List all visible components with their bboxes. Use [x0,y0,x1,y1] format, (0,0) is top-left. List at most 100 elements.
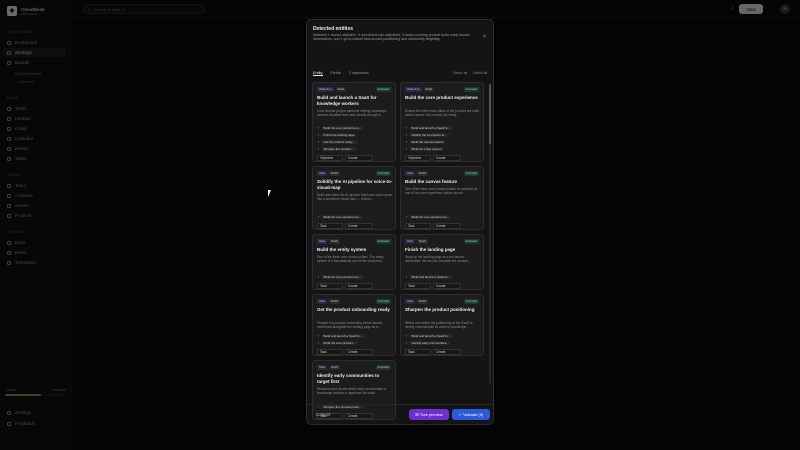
entity-type-select[interactable]: Task [317,223,343,229]
select-all-button[interactable]: Select all [453,71,467,75]
entity-type-chip[interactable]: Task [317,299,328,304]
entity-type-chip[interactable]: Task [405,299,416,304]
card-description: Refine and define the positioning of the… [405,321,473,329]
action-select[interactable]: Create [433,155,461,161]
card-description: Research and decide which early communit… [317,387,387,395]
relation-label: Get the product ready… [321,140,358,144]
relation-item[interactable]: ↗ Build and launch a SaaS fo… [405,333,481,339]
cancel-button[interactable]: Cancel [316,412,330,417]
entity-card[interactable]: Objective Draft Included Build and launch a… [312,82,396,162]
entity-card[interactable]: Task Draft Included Finish the landing page… [400,234,484,290]
link-icon: ↗ [405,140,408,144]
included-badge[interactable]: Included [375,239,391,244]
action-select[interactable]: Create [345,349,373,355]
entity-type-select[interactable]: Task [405,223,431,229]
entity-card[interactable]: Objective Draft Included Build the core pro… [400,82,484,162]
relation-item[interactable]: ↗ Build the core product exp… [317,125,393,131]
included-badge[interactable]: Included [375,365,391,370]
entity-type-select[interactable]: Task [405,283,431,289]
select-all-button-2[interactable]: Select all [473,71,487,75]
entity-type-select[interactable]: Task [317,349,343,355]
relation-item[interactable]: ↗ Build and launch a SaaS fo… [405,125,481,131]
action-select[interactable]: Create [345,155,373,161]
relation-item[interactable]: ↗ Solidify the AI pipeline fo… [405,132,481,138]
relation-item[interactable]: ↗ Build the core product exp… [317,274,393,280]
action-select[interactable]: Create [345,283,373,289]
draft-chip: Draft [417,299,428,304]
link-icon: ↗ [405,275,408,279]
card-chips: Task Draft [317,299,340,304]
tree-preview-button[interactable]: ⊞ Tree preview [409,409,449,420]
validate-button[interactable]: ✓ Validate (9) [452,409,490,420]
scrollbar-thumb[interactable] [489,84,491,144]
relation-item[interactable]: ↗ Build the core product exp… [317,214,393,220]
included-badge[interactable]: Included [463,87,479,92]
entity-card[interactable]: Task Draft Included Build the entity system… [312,234,396,290]
link-icon: ↗ [317,126,320,130]
card-title: Build the canvas feature [405,179,458,184]
link-icon: ↗ [317,341,320,345]
mouse-cursor [268,190,271,197]
entity-type-chip[interactable]: Task [405,171,416,176]
card-description: Wrap up the landing page as a pre-launch… [405,255,472,263]
included-badge[interactable]: Included [375,171,391,176]
modal-title: Detected entities [313,26,354,32]
tab-entity[interactable]: Entity [313,71,323,76]
link-icon: ↗ [405,147,408,151]
scrollbar[interactable] [489,84,491,384]
entity-type-chip[interactable]: Objective [317,87,334,92]
relation-label: Build and launch a SaaS fo… [409,126,453,130]
card-description: Build and refine the AI pipeline that tu… [317,193,392,201]
entity-type-chip[interactable]: Task [317,239,328,244]
link-icon: ↗ [317,133,320,137]
entity-type-chip[interactable]: Objective [405,87,422,92]
entity-type-chip[interactable]: Task [317,171,328,176]
included-badge[interactable]: Included [463,299,479,304]
relation-item[interactable]: ↗ Build and launch a SaaS fo… [405,274,481,280]
relation-item[interactable]: ↗ Build the entity system [405,146,481,152]
entity-type-chip[interactable]: Task [317,365,328,370]
relation-item[interactable]: ↗ Build the core product exp… [405,214,481,220]
app: ◆ CloudDesk workspace QUICK MENU Dashboa… [0,0,800,450]
entity-card[interactable]: Task Draft Included Get the product onboard… [312,294,396,356]
link-icon: ↗ [405,215,408,219]
draft-chip: Draft [329,299,340,304]
relation-item[interactable]: ↗ Finish the landing page [317,132,393,138]
entity-card[interactable]: Task Draft Included Build the canvas featur… [400,166,484,230]
close-icon[interactable]: × [483,34,486,40]
included-badge[interactable]: Included [375,299,391,304]
relation-label: Build the entity system [409,147,444,151]
action-select[interactable]: Create [433,223,461,229]
card-title: Identify early communities to target fir… [317,373,380,384]
relation-item[interactable]: ↗ Build the core product… [317,340,393,346]
validate-label: Validate (9) [463,412,484,417]
action-select[interactable]: Create [433,349,461,355]
entity-card[interactable]: Task Draft Included Sharpen the product pos… [400,294,484,356]
entity-type-select[interactable]: Objective [405,155,431,161]
entity-type-select[interactable]: Task [405,349,431,355]
included-badge[interactable]: Included [375,87,391,92]
draft-chip: Draft [329,171,340,176]
entity-type-select[interactable]: Objective [317,155,343,161]
tab-fields[interactable]: Fields [331,71,341,76]
relation-item[interactable]: ↗ Build and launch a SaaS fo… [317,333,393,339]
relation-item[interactable]: ↗ Sharpen the product… [317,146,393,152]
entity-card[interactable]: Task Draft Included Solidify the AI pipelin… [312,166,396,230]
included-badge[interactable]: Included [463,171,479,176]
card-title: Build the entity system [317,247,367,252]
link-icon: ↗ [405,341,408,345]
included-badge[interactable]: Included [463,239,479,244]
card-title: Build the core product experience [405,95,478,100]
link-icon: ↗ [317,334,320,338]
entity-type-select[interactable]: Task [317,283,343,289]
relation-item[interactable]: ↗ Build the canvas feature [405,139,481,145]
relation-label: Build the core product exp… [409,215,452,219]
action-select[interactable]: Create [433,283,461,289]
entity-type-chip[interactable]: Task [405,239,416,244]
tab-objectives[interactable]: 2 objectives [349,71,369,76]
relation-item[interactable]: ↗ Identify early communities… [405,340,481,346]
relation-item[interactable]: ↗ Get the product ready… [317,139,393,145]
card-chips: Objective Draft [317,87,347,92]
action-select[interactable]: Create [345,223,373,229]
link-icon: ↗ [317,215,320,219]
